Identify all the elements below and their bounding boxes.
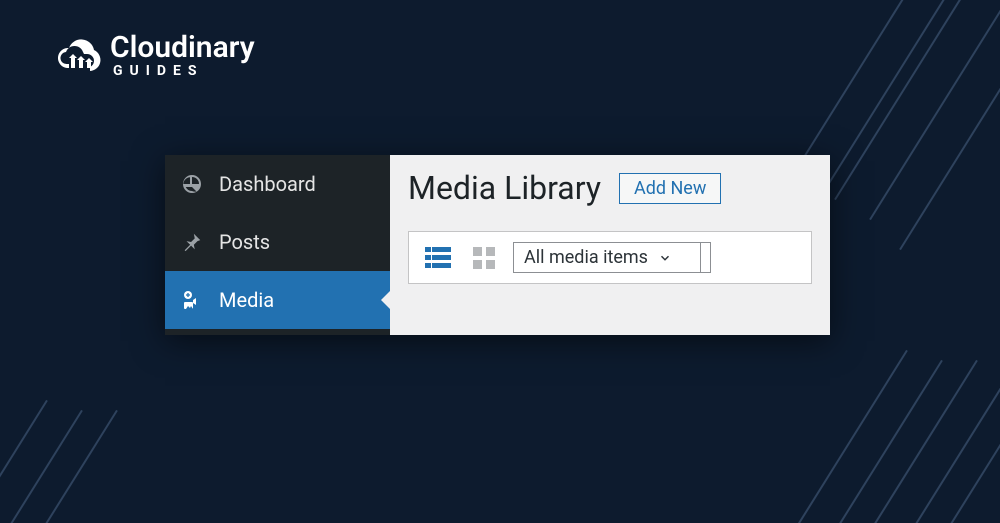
brand-name: Cloudinary bbox=[110, 30, 255, 65]
sidebar-item-posts[interactable]: Posts bbox=[165, 213, 390, 271]
media-toolbar: All media items bbox=[408, 231, 812, 284]
admin-sidebar: Dashboard Posts Media bbox=[165, 155, 390, 335]
list-icon bbox=[425, 247, 451, 269]
sidebar-item-label: Media bbox=[219, 288, 274, 312]
media-icon bbox=[179, 287, 205, 313]
content-area: Media Library Add New All media items bbox=[390, 155, 830, 335]
dashboard-icon bbox=[179, 171, 205, 197]
sidebar-item-media[interactable]: Media bbox=[165, 271, 390, 329]
filter-label: All media items bbox=[524, 247, 648, 268]
cropped-control bbox=[701, 242, 711, 273]
page-title: Media Library bbox=[408, 169, 601, 207]
add-new-button[interactable]: Add New bbox=[619, 173, 721, 204]
view-list-button[interactable] bbox=[421, 243, 455, 273]
cloud-icon bbox=[56, 38, 104, 72]
sidebar-item-label: Posts bbox=[219, 230, 270, 254]
sidebar-item-dashboard[interactable]: Dashboard bbox=[165, 155, 390, 213]
brand-logo: Cloudinary GUIDES bbox=[56, 30, 255, 79]
media-type-filter[interactable]: All media items bbox=[513, 242, 701, 273]
grid-icon bbox=[472, 246, 496, 270]
brand-subtitle: GUIDES bbox=[110, 63, 255, 79]
wp-admin-panel: Dashboard Posts Media Media Library Add … bbox=[165, 155, 830, 335]
chevron-down-icon bbox=[658, 251, 672, 265]
view-grid-button[interactable] bbox=[467, 243, 501, 273]
sidebar-item-label: Dashboard bbox=[219, 172, 316, 196]
pin-icon bbox=[179, 229, 205, 255]
